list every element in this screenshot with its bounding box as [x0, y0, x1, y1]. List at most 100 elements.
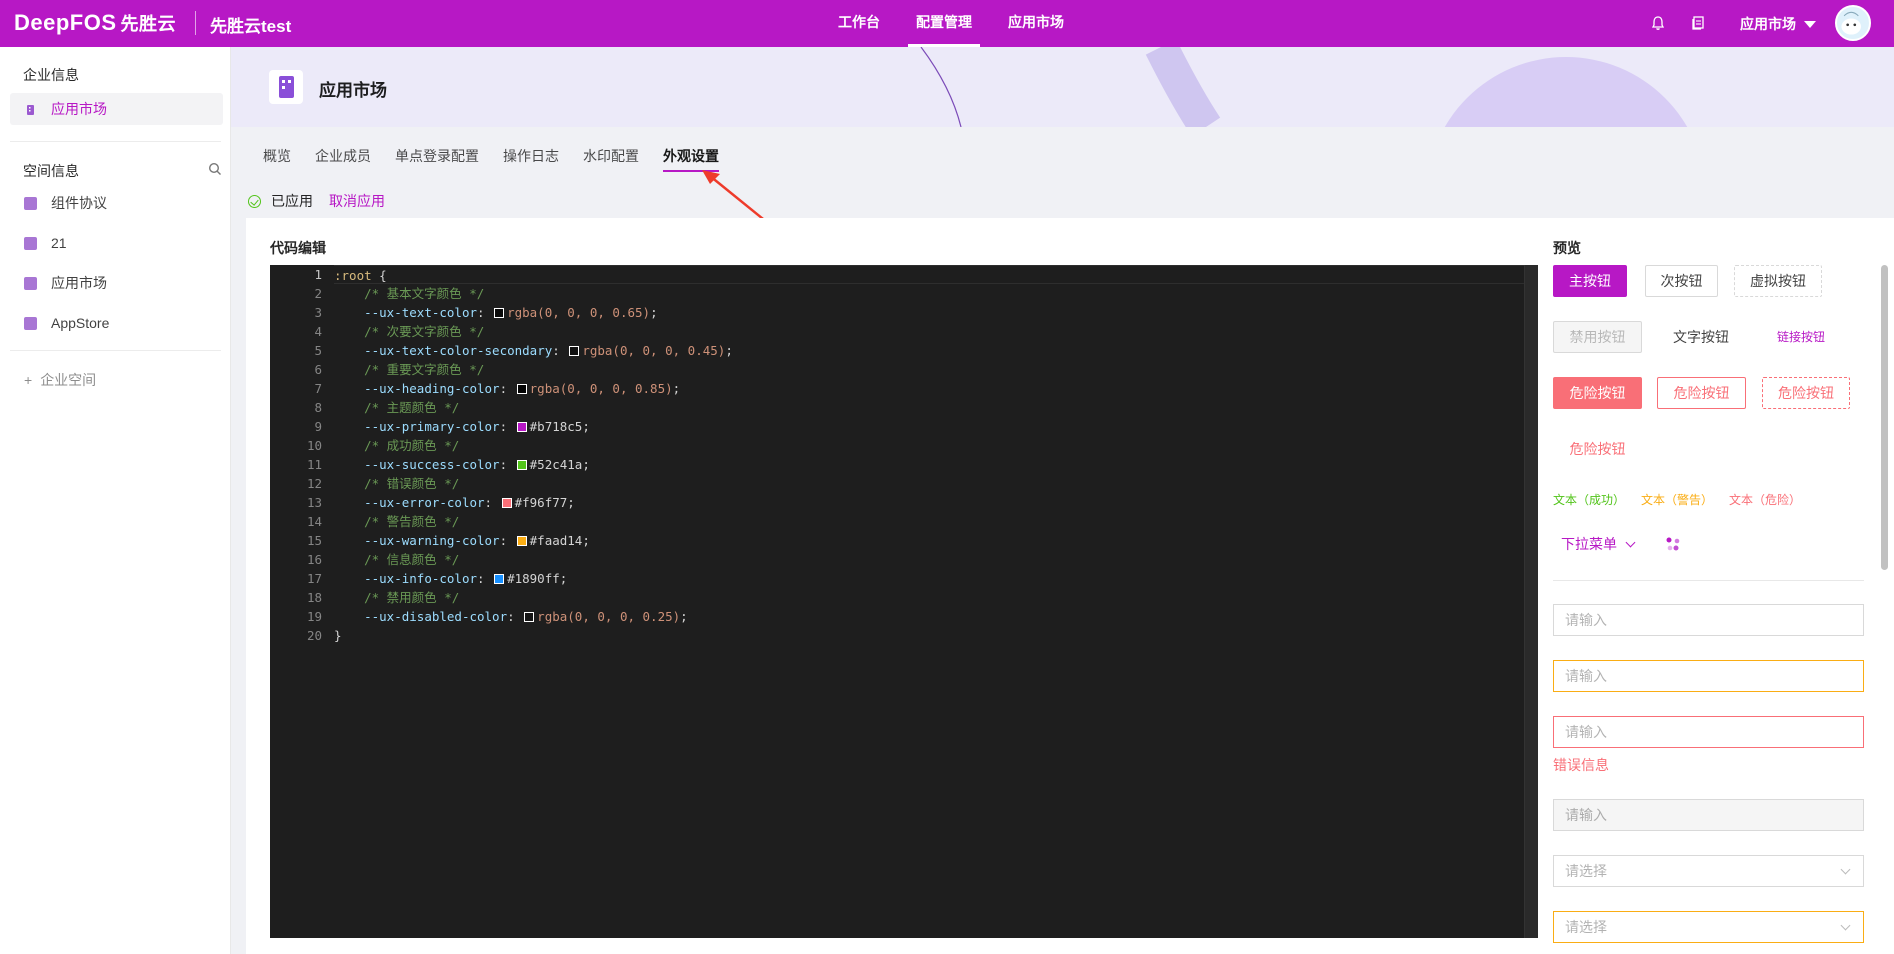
sidebar-divider	[10, 350, 221, 351]
preview-danger-button[interactable]: 危险按钮	[1553, 377, 1642, 409]
code-value: #1890ff	[507, 571, 560, 586]
select-placeholder: 请选择	[1565, 863, 1607, 879]
code-semicolon: ;	[672, 381, 681, 396]
preview-input-warning[interactable]: 请输入	[1553, 660, 1864, 692]
nav-app-market[interactable]: 应用市场	[990, 0, 1082, 47]
sidebar-group-space: 空间信息	[23, 163, 79, 179]
page-scrollbar[interactable]	[1881, 265, 1888, 570]
code-area[interactable]: :root { /* 基本文字颜色 */ --ux-text-color: rg…	[334, 265, 1524, 645]
line-number: 2	[314, 286, 322, 301]
sidebar-item-appstore[interactable]: AppStore	[10, 307, 223, 339]
preview-dashed-button[interactable]: 虚拟按钮	[1734, 265, 1822, 297]
banner-decoration	[920, 47, 1688, 127]
preview-input-disabled: 请输入	[1553, 799, 1864, 831]
code-comment: /* 信息颜色 */	[364, 552, 460, 567]
nav-config-management[interactable]: 配置管理	[898, 0, 990, 47]
sidebar-item-21[interactable]: 21	[10, 227, 223, 259]
preview-secondary-button[interactable]: 次按钮	[1645, 265, 1718, 297]
sidebar-item-label: AppStore	[51, 315, 110, 331]
preview-input-default[interactable]: 请输入	[1553, 604, 1864, 636]
line-number: 13	[306, 495, 322, 510]
code-line: /* 重要文字颜色 */	[334, 360, 1524, 379]
sidebar-group-enterprise: 企业信息	[23, 67, 79, 83]
tenant-name[interactable]: 先胜云test	[210, 12, 291, 37]
preview-text-success: 文本（成功）	[1553, 493, 1626, 507]
app-switcher-menu[interactable]: 应用市场	[1740, 14, 1816, 34]
code-line: --ux-warning-color: #faad14;	[334, 531, 1524, 550]
code-semicolon: ;	[582, 533, 590, 548]
logo-text: DeepFOS	[14, 10, 117, 35]
add-space-button[interactable]: + 企业空间	[24, 370, 96, 390]
sidebar-item-component-protocol[interactable]: 组件协议	[10, 187, 223, 219]
avatar[interactable]	[1835, 5, 1871, 41]
code-property: --ux-heading-color	[364, 381, 500, 396]
tab-members[interactable]: 企业成员	[315, 146, 371, 170]
color-swatch-icon	[516, 536, 527, 546]
tab-operation-log[interactable]: 操作日志	[503, 146, 559, 170]
code-line: /* 主题颜色 */	[334, 398, 1524, 417]
tab-sso[interactable]: 单点登录配置	[395, 146, 479, 170]
code-line: --ux-text-color: rgba(0, 0, 0, 0.65);	[334, 303, 1524, 322]
preview-text-button[interactable]: 文字按钮	[1657, 321, 1745, 353]
code-value: rgba(0, 0, 0, 0.25)	[537, 609, 681, 624]
line-number: 11	[306, 457, 322, 472]
preview-link-button[interactable]: 链接按钮	[1757, 321, 1845, 353]
preview-select-default[interactable]: 请选择	[1553, 855, 1864, 887]
code-value: rgba(0, 0, 0, 0.85)	[529, 381, 673, 396]
line-number: 7	[314, 381, 322, 396]
nav-workbench[interactable]: 工作台	[820, 0, 898, 47]
code-selector: :root	[334, 268, 372, 283]
brand-logo[interactable]: DeepFOS 先胜云	[14, 9, 176, 37]
cancel-apply-link[interactable]: 取消应用	[329, 191, 385, 211]
editor-scrollbar[interactable]	[1524, 265, 1538, 938]
code-value: #faad14	[529, 533, 583, 548]
tab-overview[interactable]: 概览	[263, 146, 291, 170]
preview-input-error[interactable]: 请输入	[1553, 716, 1864, 748]
code-line: /* 警告颜色 */	[334, 512, 1524, 531]
color-swatch-icon	[516, 460, 527, 470]
line-number: 15	[306, 533, 322, 548]
code-brace: {	[371, 268, 387, 283]
code-semicolon: ;	[680, 609, 688, 624]
code-line: --ux-disabled-color: rgba(0, 0, 0, 0.25)…	[334, 607, 1524, 626]
code-editor[interactable]: 1 2 3 4 5 6 7 8 9 10 11 12 13 14 15 16 17 18 19 20 :root { …	[270, 265, 1538, 938]
code-line: /* 基本文字颜色 */	[334, 284, 1524, 303]
preview-primary-button[interactable]: 主按钮	[1553, 265, 1627, 297]
code-value: #f96f77	[514, 495, 568, 510]
code-line: }	[334, 626, 1524, 645]
line-number: 4	[314, 324, 322, 339]
topbar-divider	[195, 11, 196, 35]
sidebar-item-label: 应用市场	[51, 275, 107, 291]
code-line: /* 错误颜色 */	[334, 474, 1524, 493]
apply-status: 已应用 取消应用	[248, 191, 385, 211]
document-icon[interactable]	[1690, 15, 1706, 31]
tab-watermark[interactable]: 水印配置	[583, 146, 639, 170]
sidebar-item-label: 21	[51, 235, 67, 251]
tab-appearance[interactable]: 外观设置	[663, 146, 719, 172]
sidebar-item-space-app-market[interactable]: 应用市场	[10, 267, 223, 299]
sidebar-item-app-market[interactable]: 应用市场	[10, 93, 223, 125]
preview-select-warning[interactable]: 请选择	[1553, 911, 1864, 943]
code-property: --ux-text-color-secondary	[364, 343, 553, 358]
select-placeholder: 请选择	[1565, 919, 1607, 935]
chevron-down-icon	[1840, 920, 1851, 931]
search-icon[interactable]	[208, 162, 222, 176]
add-space-label: 企业空间	[40, 372, 97, 388]
space-icon	[24, 196, 37, 210]
color-swatch-icon	[494, 574, 505, 584]
preview-error-message: 错误信息	[1553, 757, 1609, 773]
bell-icon[interactable]	[1650, 15, 1666, 31]
preview-danger-ghost-button[interactable]: 危险按钮	[1657, 377, 1746, 409]
code-line: --ux-primary-color: #b718c5;	[334, 417, 1524, 436]
preview-danger-text-button[interactable]: 危险按钮	[1553, 433, 1642, 465]
space-icon	[24, 236, 37, 250]
preview-dropdown-menu[interactable]: 下拉菜单	[1561, 534, 1636, 554]
preview-title: 预览	[1553, 240, 1581, 256]
code-comment: /* 重要文字颜色 */	[364, 362, 485, 377]
preview-danger-dashed-button[interactable]: 危险按钮	[1762, 377, 1850, 409]
